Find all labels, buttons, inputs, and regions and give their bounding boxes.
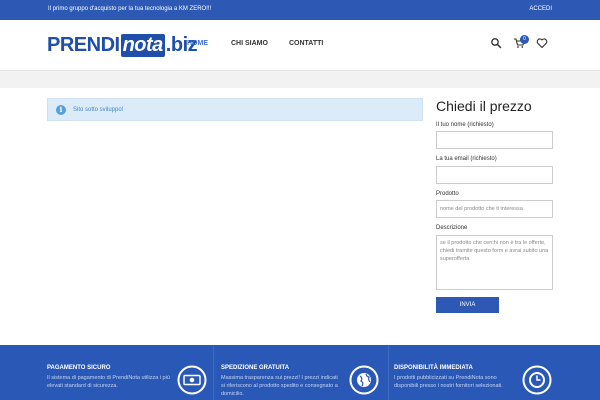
- email-field[interactable]: [436, 166, 553, 184]
- info-icon: i: [56, 105, 66, 115]
- search-icon[interactable]: [490, 37, 502, 49]
- footer-divider: [213, 345, 214, 400]
- feature-title: PAGAMENTO SICURO: [47, 365, 111, 371]
- globe-icon: [349, 365, 379, 395]
- feature-free-shipping: SPEDIZIONE GRATUITA Massima trasparenza …: [221, 345, 381, 400]
- feature-desc: Il sistema di pagamento di PrendiNota ut…: [47, 375, 170, 389]
- description-label: Descrizione: [436, 225, 468, 231]
- submit-button[interactable]: INVIA: [436, 297, 499, 313]
- description-field[interactable]: [436, 235, 553, 290]
- feature-secure-payment: PAGAMENTO SICURO Il sistema di pagamento…: [47, 345, 212, 400]
- header: PRENDI nota .biz HOME CHI SIAMO CONTATTI…: [0, 20, 600, 70]
- heart-icon[interactable]: [536, 37, 548, 49]
- product-field[interactable]: [436, 200, 553, 218]
- product-label: Prodotto: [436, 191, 459, 197]
- name-field[interactable]: [436, 131, 553, 149]
- clock-icon: [522, 365, 552, 395]
- name-label: Il tuo nome (richiesto): [436, 122, 494, 128]
- feature-title: DISPONIBILITÀ IMMEDIATA: [394, 365, 473, 371]
- money-icon: [177, 365, 207, 395]
- promo-text: Il primo gruppo d'acquisto per la tua te…: [48, 6, 212, 12]
- notice-text: Sito sotto sviluppo!: [73, 107, 124, 113]
- top-bar: Il primo gruppo d'acquisto per la tua te…: [0, 0, 600, 20]
- feature-desc: I prodotti pubblicizzati su PrendiNota s…: [394, 375, 503, 389]
- feature-title: SPEDIZIONE GRATUITA: [221, 365, 290, 371]
- site-logo[interactable]: PRENDI nota .biz: [47, 33, 198, 57]
- nav-home[interactable]: HOME: [187, 40, 208, 47]
- footer-features: PAGAMENTO SICURO Il sistema di pagamento…: [0, 345, 600, 400]
- nav-contatti[interactable]: CONTATTI: [289, 40, 323, 47]
- nav-chi-siamo[interactable]: CHI SIAMO: [231, 40, 268, 47]
- footer-divider: [388, 345, 389, 400]
- feature-immediate-availability: DISPONIBILITÀ IMMEDIATA I prodotti pubbl…: [394, 345, 554, 400]
- dev-notice: i Sito sotto sviluppo!: [47, 98, 423, 121]
- title-band: [0, 70, 600, 88]
- feature-desc: Massima trasparenza sui prezzi! I prezzi…: [221, 375, 338, 397]
- form-title: Chiedi il prezzo: [436, 98, 532, 114]
- logo-part-nota: nota: [120, 33, 165, 57]
- cart-count-badge: 0: [520, 35, 529, 44]
- login-link[interactable]: ACCEDI: [529, 6, 552, 12]
- logo-part-prendi: PRENDI: [47, 33, 120, 56]
- email-label: La tua email (richiesto): [436, 156, 497, 162]
